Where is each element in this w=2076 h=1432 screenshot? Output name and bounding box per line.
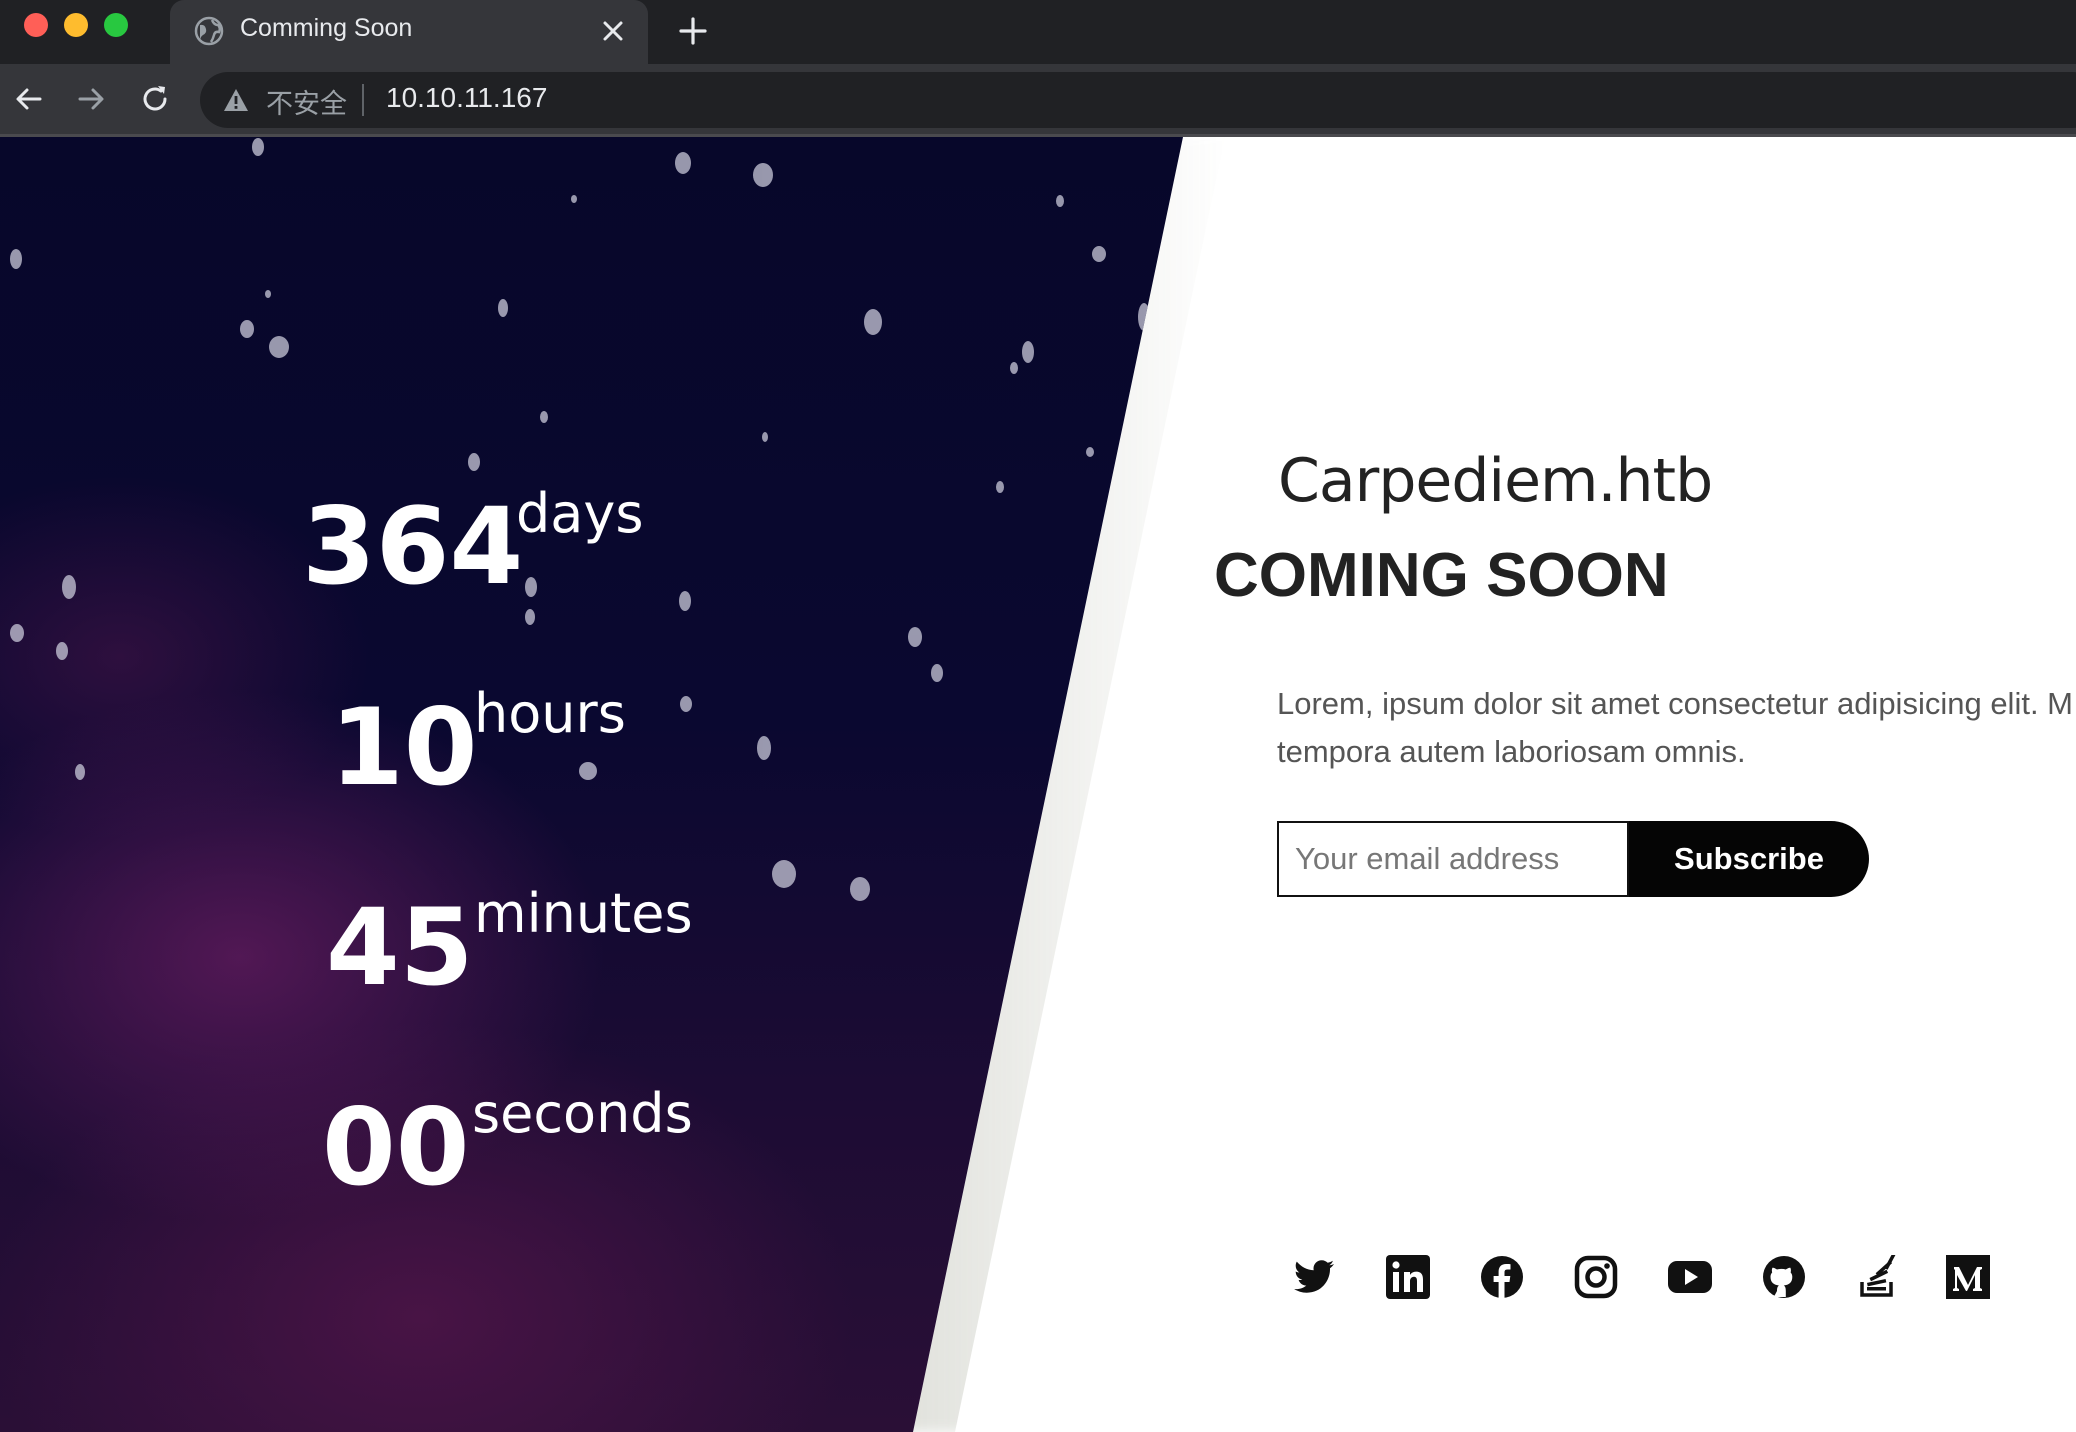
email-input[interactable]: [1277, 821, 1629, 897]
youtube-icon[interactable]: [1668, 1255, 1712, 1299]
back-arrow-icon[interactable]: [12, 82, 46, 116]
days-label: days: [516, 482, 644, 545]
tab-title: Comming Soon: [240, 14, 413, 42]
address-divider: [362, 84, 364, 116]
star-field: [0, 137, 1200, 1432]
stackoverflow-icon[interactable]: [1856, 1255, 1900, 1299]
browser-toolbar: 不安全 10.10.11.167: [0, 64, 2076, 134]
url-text[interactable]: 10.10.11.167: [386, 82, 547, 114]
hours-value: 10: [330, 686, 478, 809]
security-label[interactable]: 不安全: [266, 82, 347, 121]
coming-soon-heading: COMING SOON: [1214, 541, 1669, 610]
days-value: 364: [302, 485, 524, 608]
browser-titlebar: Comming Soon: [0, 0, 2076, 64]
linkedin-icon[interactable]: [1386, 1255, 1430, 1299]
page-content: 364 days 10 hours 45 minutes 00 seconds: [0, 137, 2076, 1432]
medium-icon[interactable]: [1946, 1255, 1990, 1299]
minutes-value: 45: [326, 886, 474, 1009]
instagram-icon[interactable]: [1574, 1255, 1618, 1299]
browser-tab[interactable]: Comming Soon: [170, 0, 648, 64]
globe-icon: [194, 16, 224, 46]
site-name: Carpediem.htb: [1278, 446, 1713, 516]
maximize-window-button[interactable]: [104, 13, 128, 37]
close-window-button[interactable]: [24, 13, 48, 37]
new-tab-icon[interactable]: [676, 14, 710, 48]
description-text: Lorem, ipsum dolor sit amet consectetur …: [1277, 680, 2076, 776]
twitter-icon[interactable]: [1292, 1255, 1336, 1299]
description-line-2: tempora autem laboriosam omnis.: [1277, 734, 1746, 769]
seconds-label: seconds: [472, 1082, 693, 1145]
minutes-label: minutes: [474, 882, 693, 945]
github-icon[interactable]: [1762, 1255, 1806, 1299]
seconds-value: 00: [322, 1086, 470, 1209]
forward-arrow-icon[interactable]: [74, 82, 108, 116]
close-tab-icon[interactable]: [600, 18, 626, 44]
address-bar[interactable]: 不安全 10.10.11.167: [200, 72, 2076, 128]
subscribe-button[interactable]: Subscribe: [1629, 821, 1869, 897]
reload-icon[interactable]: [138, 82, 172, 116]
description-line-1: Lorem, ipsum dolor sit amet consectetur …: [1277, 686, 2073, 721]
warning-icon[interactable]: [222, 86, 250, 114]
minimize-window-button[interactable]: [64, 13, 88, 37]
hours-label: hours: [474, 682, 626, 745]
facebook-icon[interactable]: [1480, 1255, 1524, 1299]
